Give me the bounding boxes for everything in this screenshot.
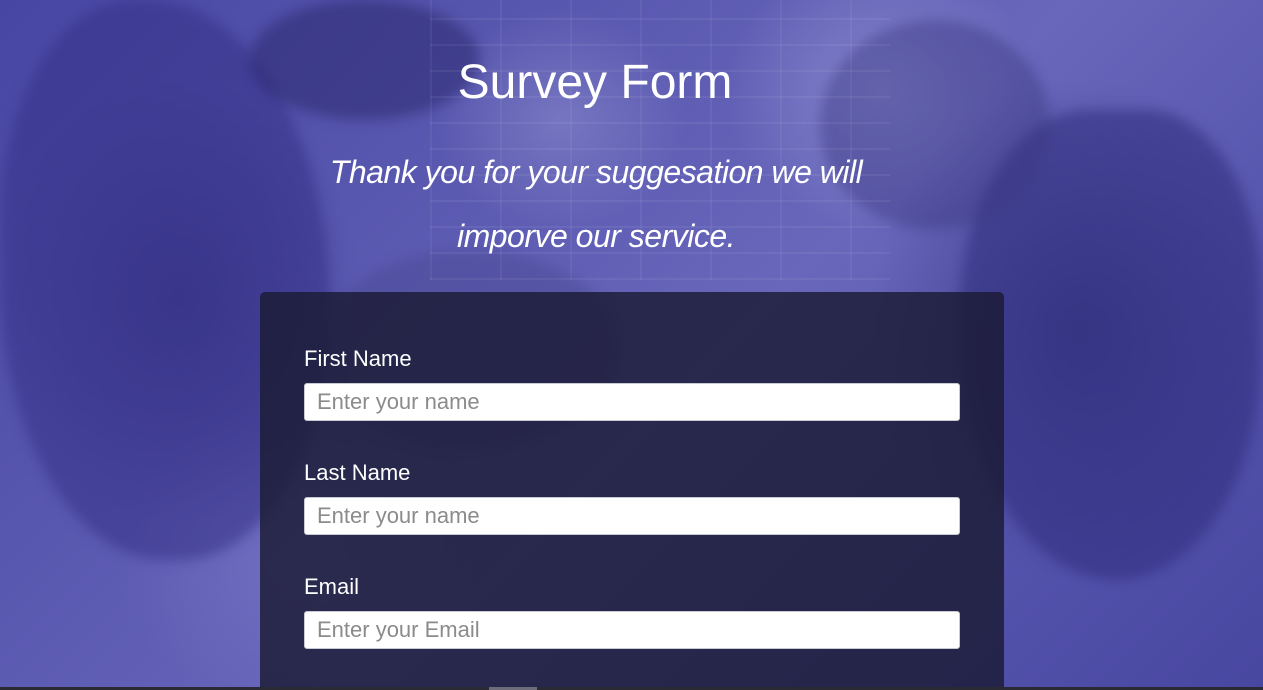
page-title: Survey Form	[457, 56, 733, 109]
first-name-input[interactable]	[304, 383, 960, 421]
email-label: Email	[304, 574, 360, 599]
last-name-label: Last Name	[304, 460, 411, 485]
page-description: Thank you for your suggesation we will i…	[329, 154, 863, 254]
email-input[interactable]	[304, 611, 960, 649]
last-name-input[interactable]	[304, 497, 960, 535]
first-name-label: First Name	[304, 346, 412, 371]
survey-form: First Name Last Name Email	[260, 292, 1004, 690]
